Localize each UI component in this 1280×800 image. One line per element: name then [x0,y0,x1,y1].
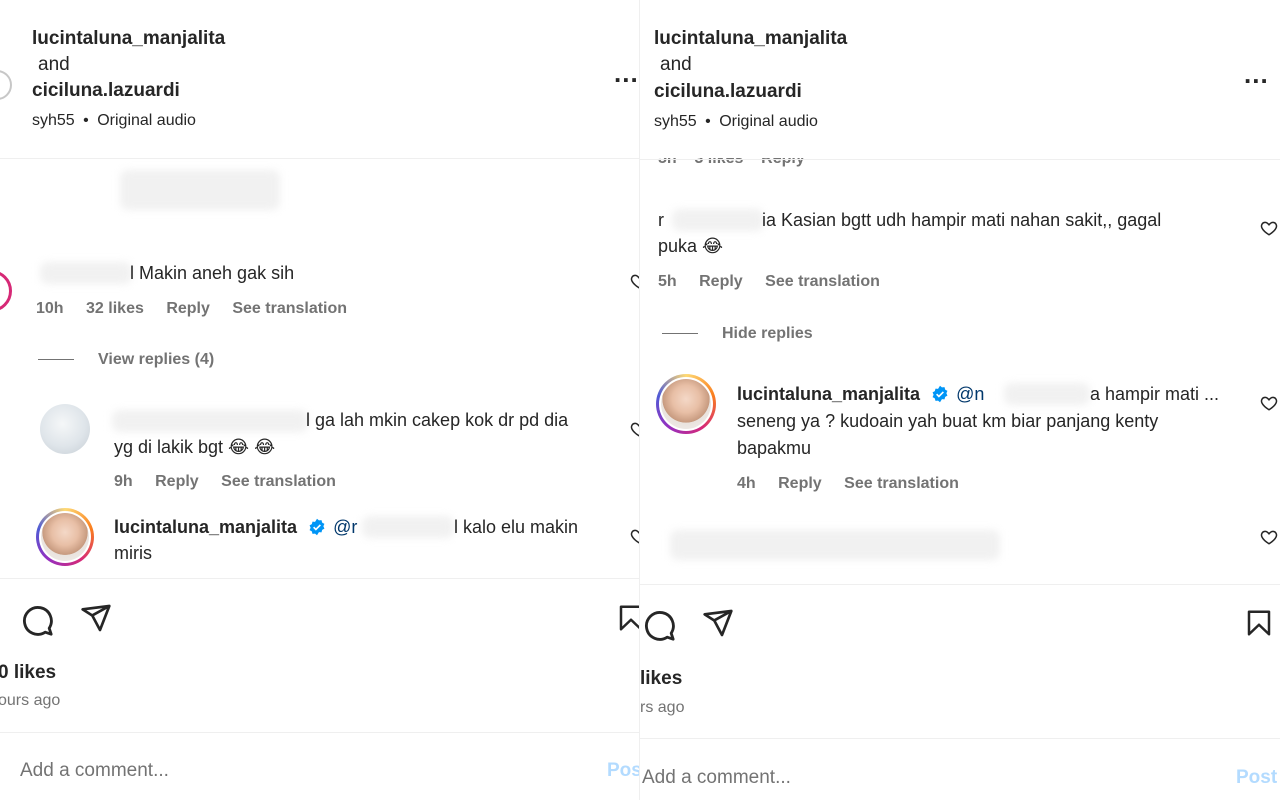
likes-count[interactable]: 0 likes [0,662,56,684]
see-translation-button[interactable]: See translation [232,300,347,317]
comment-text-line1: lucintaluna_manjalita @r [114,514,357,541]
blurred-comment [670,530,1000,560]
comment-meta: 10h 32 likes Reply See translation [36,300,365,318]
verified-badge-icon [932,385,948,403]
comment-time[interactable]: 10h [36,300,64,317]
see-translation-button[interactable]: See translation [765,273,880,290]
comment-mention[interactable]: @r [333,517,357,537]
comment-text-line3: bapakmu [737,438,812,458]
comment-text-line2: seneng ya ? kudoain yah buat km biar pan… [737,411,1159,431]
comment-avatar[interactable] [656,374,716,434]
add-comment-input[interactable]: Add a comment... [20,760,169,782]
audio-info[interactable]: syh55 • Original audio [32,112,196,130]
header-username-2[interactable]: ciciluna.lazuardi [32,78,180,104]
heart-icon[interactable] [1260,394,1278,412]
audio-separator: • [83,112,89,129]
comment-text-prefix: r [658,210,664,230]
comment-text-line1-suffix: l kalo elu makin [454,517,579,537]
blurred-mention [1004,383,1090,405]
comment-text-line2: yg di lakik bgt 😂 😂 [114,437,276,457]
comment-username[interactable]: lucintaluna_manjalita [737,384,920,404]
header-and: and [38,54,70,75]
reply-button[interactable]: Reply [778,475,822,492]
blurred-username [112,410,308,432]
comment-box-divider [0,732,640,733]
share-icon[interactable] [80,602,112,634]
header-username-1[interactable]: lucintaluna_manjalita [32,26,225,52]
reply-button[interactable]: Reply [699,273,743,290]
right-post-panel: lucintaluna_manjalita and ciciluna.lazua… [640,0,1280,800]
comment-mention[interactable]: @n [956,384,984,404]
comment-icon[interactable] [642,608,676,642]
view-replies-button[interactable]: View replies (4) [38,351,214,369]
comment-text-line1: l ga lah mkin cakep kok dr pd dia [306,410,569,430]
comment-meta: 4h Reply See translation [737,475,977,493]
header-and: and [660,54,692,75]
comment-text-line1: ia Kasian bgtt udh hampir mati nahan sak… [762,210,1162,230]
view-replies-line [38,359,74,361]
post-time[interactable]: ours ago [0,692,60,710]
heart-icon[interactable] [1260,528,1278,546]
comment-text: l Makin aneh gak sih [130,263,295,283]
bookmark-icon[interactable] [1244,607,1274,639]
blurred-username [40,262,132,284]
comment-meta: 5h Reply See translation [658,273,898,291]
left-post-panel: lucintaluna_manjalita and ciciluna.lazua… [0,0,640,800]
blurred-comment [120,170,280,210]
audio-username[interactable]: syh55 [654,113,697,130]
likes-count[interactable]: likes [640,668,682,690]
reply-button[interactable]: Reply [166,300,210,317]
comment-text-line1-suffix: a hampir mati ... [1090,384,1220,404]
audio-username[interactable]: syh55 [32,112,75,129]
actions-divider [640,584,1280,585]
header-username-2[interactable]: ciciluna.lazuardi [654,79,802,105]
comment-meta: 9h Reply See translation [114,473,354,491]
comment-text-line2: puka 😂 [658,236,724,256]
post-button[interactable]: Pos [607,760,640,782]
bookmark-icon[interactable] [616,602,640,634]
comment-username[interactable]: lucintaluna_manjalita [114,517,297,537]
comment-likes[interactable]: 32 likes [86,300,144,317]
header-avatar[interactable] [0,70,12,100]
reply-button[interactable]: Reply [155,473,199,490]
blurred-username [672,209,764,231]
comment-avatar[interactable] [0,270,12,312]
add-comment-input[interactable]: Add a comment... [642,767,791,789]
header-username-1[interactable]: lucintaluna_manjalita [654,26,847,52]
comment-time[interactable]: 4h [737,475,756,492]
comment-time[interactable]: 9h [114,473,133,490]
comment-icon[interactable] [20,603,54,637]
share-icon[interactable] [702,607,734,639]
comment-avatar[interactable] [40,404,90,454]
more-options-icon[interactable]: ... [1244,61,1269,87]
audio-separator: • [705,113,711,130]
audio-label[interactable]: Original audio [719,113,818,130]
blurred-mention [362,516,454,538]
hide-replies-button[interactable]: Hide replies [662,325,813,343]
header-divider [0,158,640,159]
see-translation-button[interactable]: See translation [221,473,336,490]
verified-badge-icon [309,518,325,536]
heart-icon[interactable] [1260,219,1278,237]
audio-info[interactable]: syh55 • Original audio [654,113,818,131]
actions-divider [0,578,640,579]
hide-replies-line [662,333,698,335]
comment-box-divider [640,738,1280,739]
comment-text-line2: miris [114,543,152,563]
post-button[interactable]: Post [1236,767,1277,789]
header-divider [640,159,1280,160]
see-translation-button[interactable]: See translation [844,475,959,492]
post-time[interactable]: rs ago [640,699,684,717]
comment-text-line1: lucintaluna_manjalita @n [737,381,984,408]
more-options-icon[interactable]: ... [614,60,639,86]
audio-label[interactable]: Original audio [97,112,196,129]
comment-time[interactable]: 5h [658,273,677,290]
comment-avatar[interactable] [36,508,94,566]
